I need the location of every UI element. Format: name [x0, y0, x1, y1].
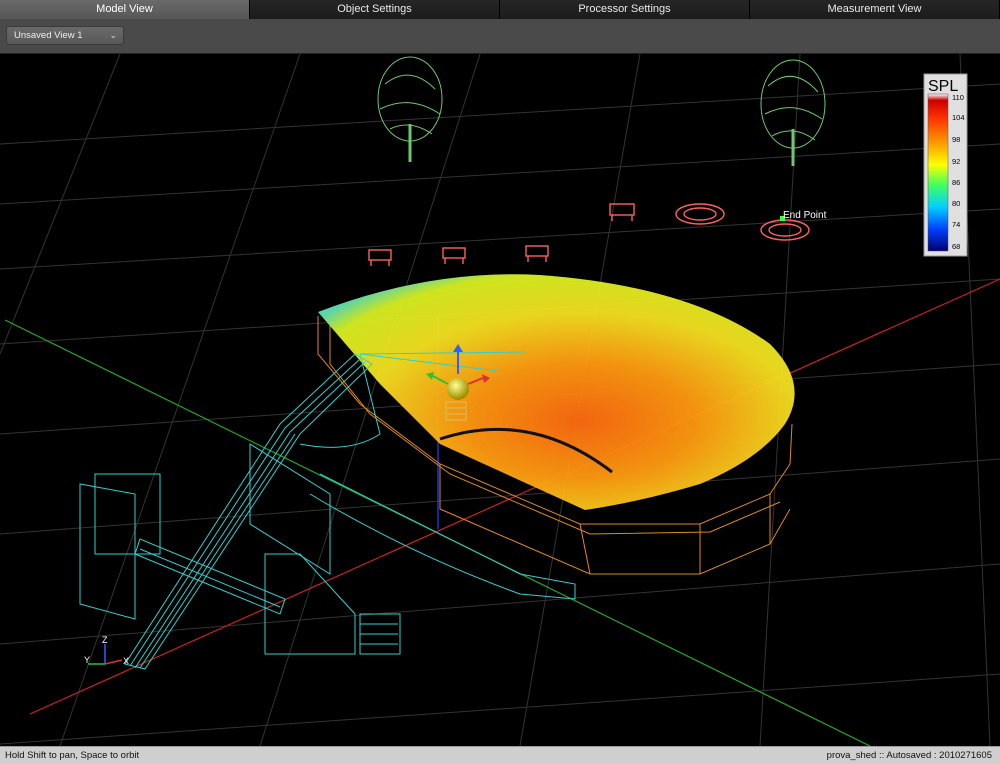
tree-right	[760, 59, 826, 166]
spl-coverage-surface	[318, 274, 795, 510]
tab-processor-settings[interactable]: Processor Settings	[500, 0, 750, 19]
tab-model-view[interactable]: Model View	[0, 0, 250, 19]
spl-tick-74: 74	[952, 220, 960, 229]
view-selector-value: Unsaved View 1	[14, 30, 83, 41]
axis-label-x: X	[123, 656, 129, 666]
spl-tick-110: 110	[952, 93, 964, 102]
tree-left	[377, 56, 443, 162]
view-selector-dropdown[interactable]: Unsaved View 1 ⌄	[6, 26, 124, 45]
tab-measurement-view[interactable]: Measurement View	[750, 0, 1000, 19]
spl-tick-104: 104	[952, 113, 965, 122]
spl-tick-80: 80	[952, 199, 960, 208]
autosave-status: prova_shed :: Autosaved : 2010271605	[826, 750, 992, 761]
3d-viewport[interactable]: End Point Z Y X SPL 110 104 98 92 86 80 …	[0, 54, 1000, 746]
bench-group	[368, 203, 810, 266]
spl-tick-86: 86	[952, 178, 960, 187]
axes-triad: Z Y X	[84, 635, 129, 666]
toolbar: Unsaved View 1 ⌄	[0, 19, 1000, 54]
spl-tick-92: 92	[952, 157, 960, 166]
spl-tick-68: 68	[952, 242, 960, 251]
axis-label-y: Y	[84, 655, 90, 665]
chevron-down-icon: ⌄	[109, 30, 117, 40]
tab-bar: Model View Object Settings Processor Set…	[0, 0, 1000, 20]
spl-tick-98: 98	[952, 135, 960, 144]
spl-legend: SPL 110 104 98 92 86 80 74 68	[923, 73, 968, 257]
status-hint: Hold Shift to pan, Space to orbit	[5, 750, 140, 761]
end-point-label: End Point	[783, 210, 827, 221]
axis-label-z: Z	[102, 635, 108, 645]
tab-object-settings[interactable]: Object Settings	[250, 0, 500, 19]
status-bar: Hold Shift to pan, Space to orbit prova_…	[0, 746, 1000, 764]
